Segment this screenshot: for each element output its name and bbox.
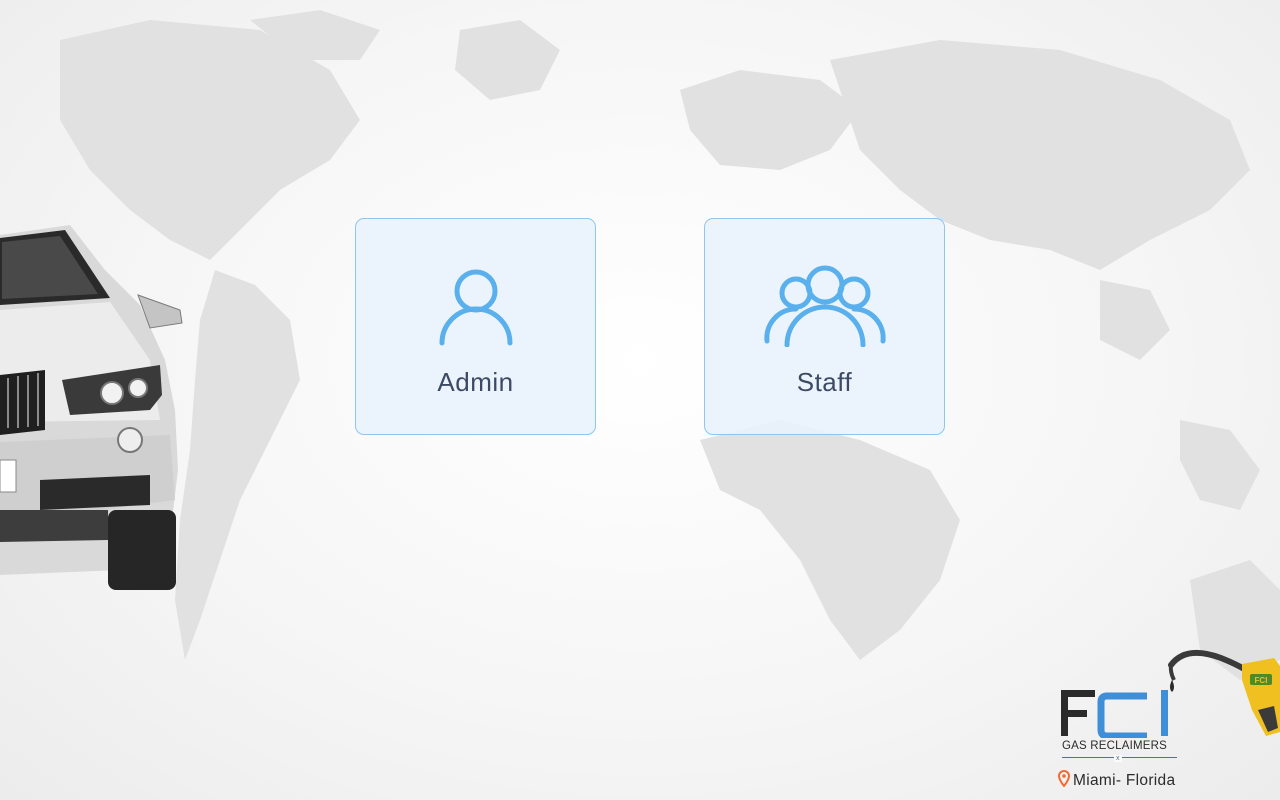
brand-location: Miami- Florida bbox=[1058, 770, 1175, 790]
brand-logo: GAS RECLAIMERS x Miami- Florida bbox=[1058, 682, 1188, 792]
nozzle-logo-text: FCI bbox=[1255, 676, 1268, 685]
user-icon bbox=[439, 269, 512, 346]
staff-role-card[interactable]: Staff bbox=[704, 218, 945, 435]
login-screen: Admin Staff FCI GAS RECLAIMERS x Miami- … bbox=[0, 0, 1280, 800]
map-pin-icon bbox=[1058, 770, 1070, 787]
users-group-icon bbox=[763, 265, 886, 347]
admin-label: Admin bbox=[437, 367, 514, 397]
brand-tagline: GAS RECLAIMERS bbox=[1062, 740, 1168, 752]
staff-label: Staff bbox=[796, 367, 853, 397]
fci-logo-mark bbox=[1061, 690, 1168, 738]
admin-role-card[interactable]: Admin bbox=[355, 218, 596, 435]
location-text: Miami- Florida bbox=[1073, 772, 1176, 789]
brand-separator: x bbox=[1114, 755, 1122, 762]
car-image bbox=[0, 225, 183, 590]
